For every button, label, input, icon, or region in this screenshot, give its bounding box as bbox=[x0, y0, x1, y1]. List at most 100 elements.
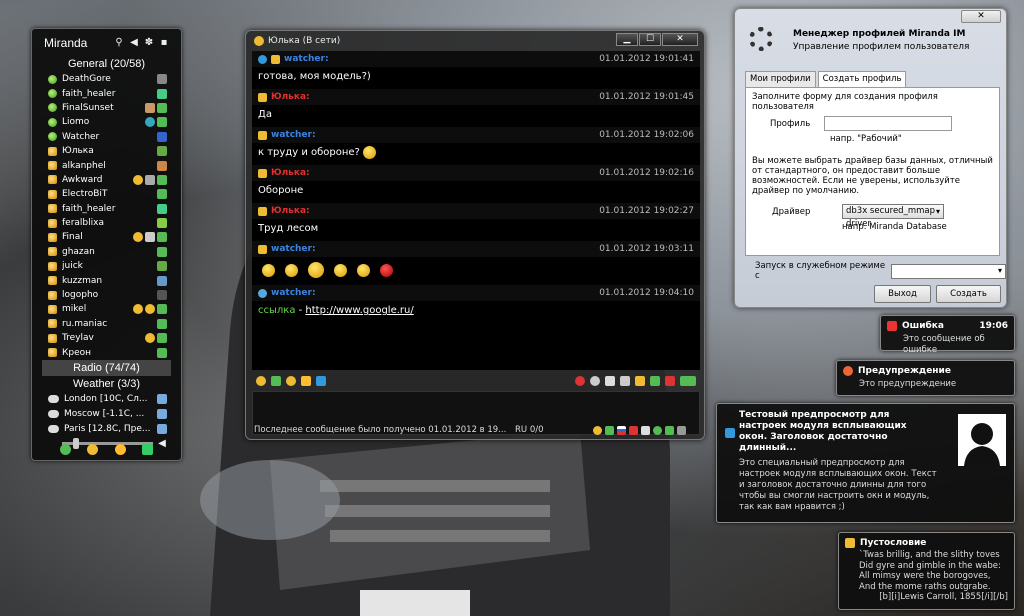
message-header: Юлька: 01.01.2012 19:01:45 bbox=[252, 89, 700, 105]
poem-popup[interactable]: Пустословие `Twas brillig, and the slith… bbox=[838, 532, 1015, 610]
secure-icon[interactable] bbox=[653, 426, 662, 435]
message-log[interactable]: watcher: 01.01.2012 19:01:41 готова, моя … bbox=[252, 51, 700, 370]
message-icon bbox=[258, 92, 267, 102]
client-icon bbox=[145, 232, 155, 243]
toolbar-right bbox=[575, 376, 696, 386]
client-icon bbox=[157, 146, 167, 157]
service-mode-select[interactable] bbox=[891, 263, 1006, 279]
contact-item[interactable]: DeathGore bbox=[32, 72, 181, 86]
close-button[interactable]: ✕ bbox=[662, 33, 698, 46]
user-icon[interactable] bbox=[271, 376, 281, 386]
contact-item[interactable]: ru.maniac bbox=[32, 317, 181, 331]
contact-item[interactable]: faith_healer bbox=[32, 86, 181, 100]
network-icon[interactable]: ⚲ bbox=[114, 37, 124, 48]
weather-item[interactable]: Moscow [-1.1C, ... bbox=[32, 407, 181, 422]
driver-select[interactable]: db3x secured_mmap driver bbox=[842, 204, 944, 229]
client-icon bbox=[157, 318, 167, 329]
menu-icon[interactable]: ▪ bbox=[159, 37, 169, 48]
settings-icon[interactable] bbox=[590, 376, 600, 386]
tab-my-profiles[interactable]: Мои профили bbox=[745, 71, 816, 87]
contact-item[interactable]: kuzzman bbox=[32, 273, 181, 287]
minimize-button[interactable]: ▁ bbox=[616, 33, 638, 46]
contact-item[interactable]: Креон bbox=[32, 345, 181, 359]
weather-item[interactable]: Paris [12.8C, Пре... bbox=[32, 422, 181, 437]
group-general[interactable]: General (20/58) bbox=[32, 56, 181, 72]
status-away-icon bbox=[48, 290, 57, 300]
toolbar-left bbox=[256, 376, 326, 386]
weather-item[interactable]: London [10C, Сл... bbox=[32, 392, 181, 407]
group-radio[interactable]: Radio (74/74) bbox=[42, 359, 171, 376]
russian-flag-icon[interactable] bbox=[617, 426, 626, 435]
warning-popup[interactable]: Предупреждение Это предупреждение bbox=[836, 360, 1015, 396]
contact-item[interactable]: logopho bbox=[32, 288, 181, 302]
close-icon[interactable] bbox=[665, 376, 675, 386]
weather-icon bbox=[157, 394, 167, 405]
contact-list-footer bbox=[32, 444, 181, 455]
profile-manager-close-button[interactable]: ✕ bbox=[961, 10, 1001, 23]
lock-icon[interactable] bbox=[629, 426, 638, 435]
error-popup[interactable]: Ошибка 19:06 Это сообщение об ошибке bbox=[880, 315, 1015, 355]
contact-item[interactable]: ElectroBiT bbox=[32, 187, 181, 201]
maximize-button[interactable]: ☐ bbox=[639, 33, 661, 46]
contact-item[interactable]: FinalSunset bbox=[32, 101, 181, 115]
protocol-icon[interactable] bbox=[256, 376, 266, 386]
resize-grip-icon[interactable] bbox=[677, 426, 686, 435]
status-menu-icon[interactable] bbox=[87, 444, 99, 455]
driver-note: Вы можете выбрать драйвер базы данных, о… bbox=[752, 156, 993, 196]
smiley-button-icon[interactable] bbox=[286, 376, 296, 386]
contact-item[interactable]: feralblixa bbox=[32, 216, 181, 230]
volume-icon[interactable]: ◀ bbox=[129, 37, 139, 48]
typing-icon[interactable] bbox=[641, 426, 650, 435]
contact-item[interactable]: Treylav bbox=[32, 331, 181, 345]
group-weather[interactable]: Weather (3/3) bbox=[32, 376, 181, 392]
contact-item[interactable]: Liomo bbox=[32, 115, 181, 129]
contact-item[interactable]: ghazan bbox=[32, 245, 181, 259]
status-away-icon bbox=[48, 276, 57, 286]
contact-item[interactable]: Final bbox=[32, 230, 181, 244]
arrow-icon[interactable] bbox=[650, 376, 660, 386]
profile-name-input[interactable] bbox=[824, 116, 952, 131]
contact-item[interactable]: alkanphel bbox=[32, 158, 181, 172]
link-separator: - bbox=[295, 305, 306, 316]
contact-item[interactable]: faith_healer bbox=[32, 202, 181, 216]
message-icon bbox=[258, 244, 267, 254]
keyboard-layout: RU 0/0 bbox=[515, 425, 544, 435]
status-icon[interactable] bbox=[593, 426, 602, 435]
poem-popup-header: Пустословие bbox=[839, 533, 1014, 550]
options-icon[interactable] bbox=[141, 444, 153, 455]
contact-item[interactable]: Watcher bbox=[32, 130, 181, 144]
warning-icon bbox=[843, 366, 853, 376]
away-icon[interactable] bbox=[114, 444, 126, 455]
main-menu-icon[interactable] bbox=[60, 444, 72, 455]
font-icon[interactable] bbox=[301, 376, 311, 386]
smile-icon bbox=[133, 232, 143, 243]
flag-icon[interactable] bbox=[605, 426, 614, 435]
message-text: готова, моя модель?) bbox=[258, 71, 371, 82]
quote-icon[interactable] bbox=[635, 376, 645, 386]
send-status-icon[interactable] bbox=[665, 426, 674, 435]
client-icon bbox=[157, 203, 167, 214]
message-header: watcher: 01.01.2012 19:04:10 bbox=[252, 285, 700, 301]
save-icon[interactable] bbox=[605, 376, 615, 386]
gear-icon[interactable]: ✽ bbox=[144, 37, 154, 48]
contact-item[interactable]: Юлька bbox=[32, 144, 181, 158]
exit-button[interactable]: Выход bbox=[874, 285, 931, 303]
preview-popup[interactable]: Тестовый предпросмотр для настроек модул… bbox=[716, 403, 1015, 523]
create-button[interactable]: Создать bbox=[936, 285, 1001, 303]
contact-items: DeathGore faith_healer FinalSunset Liomo… bbox=[32, 72, 181, 360]
info-icon[interactable] bbox=[620, 376, 630, 386]
cloud-icon bbox=[48, 410, 59, 419]
chat-title: Юлька (В сети) bbox=[268, 36, 341, 46]
music-icon[interactable] bbox=[316, 376, 326, 386]
status-away-icon bbox=[48, 319, 57, 329]
client-icon bbox=[157, 232, 167, 243]
android-icon bbox=[157, 218, 167, 229]
tab-create-profile[interactable]: Создать профиль bbox=[817, 71, 907, 88]
client-icon bbox=[157, 261, 167, 272]
history-icon[interactable] bbox=[575, 376, 585, 386]
contact-item[interactable]: mikel bbox=[32, 302, 181, 316]
contact-item[interactable]: Awkward bbox=[32, 173, 181, 187]
contact-item[interactable]: juick bbox=[32, 259, 181, 273]
link-url[interactable]: http://www.google.ru/ bbox=[305, 305, 413, 316]
send-icon[interactable] bbox=[680, 376, 696, 386]
